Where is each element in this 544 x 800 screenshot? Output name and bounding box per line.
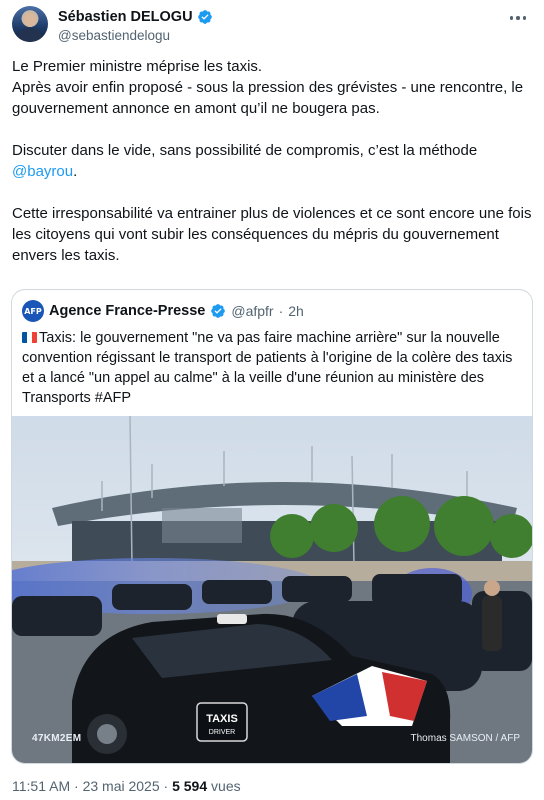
tweet-line-3: Discuter dans le vide, sans possibilité … xyxy=(12,140,534,182)
verified-badge-icon xyxy=(211,304,226,318)
tweet-line-3-end: . xyxy=(73,163,78,180)
photo-plate-text: 47KM2EM xyxy=(32,733,82,744)
author-name-row: Sébastien DELOGU xyxy=(58,9,213,25)
views-count: 5 594 xyxy=(172,778,208,794)
mention-link[interactable]: @bayrou xyxy=(12,163,73,180)
tweet-metadata: 11:51 AM · 23 mai 2025 · 5 594 vues xyxy=(12,778,241,794)
tweet-time[interactable]: 11:51 AM xyxy=(12,778,70,794)
tweet-line-3-text: Discuter dans le vide, sans possibilité … xyxy=(12,142,478,159)
verified-badge-icon xyxy=(197,10,212,24)
quoted-author-handle[interactable]: @afpfr xyxy=(231,303,273,319)
quoted-text-body: Taxis: le gouvernement "ne va pas faire … xyxy=(22,330,513,406)
more-options-button[interactable] xyxy=(506,8,530,28)
french-flag-icon xyxy=(22,332,37,343)
author-handle[interactable]: @sebastiendelogu xyxy=(58,28,170,43)
tweet-date[interactable]: 23 mai 2025 xyxy=(83,778,160,794)
more-dot xyxy=(509,16,514,20)
avatar-suit xyxy=(18,28,42,42)
author-avatar[interactable] xyxy=(12,6,48,42)
views-label: vues xyxy=(211,778,241,794)
photo-credit: Thomas SAMSON / AFP xyxy=(410,733,520,744)
separator-dot: · xyxy=(74,778,79,794)
taxi-sign-line1: TAXIS xyxy=(206,713,238,725)
tweet-line-4: Cette irresponsabilité va entrainer plus… xyxy=(12,205,532,264)
tweet-header: Sébastien DELOGU @sebastiendelogu xyxy=(12,6,532,46)
quoted-tweet[interactable]: AFP Agence France-Presse @afpfr · 2h Tax… xyxy=(11,289,533,764)
tweet-text: Le Premier ministre méprise les taxis. A… xyxy=(12,56,534,266)
author-display-name[interactable]: Sébastien DELOGU xyxy=(58,9,193,25)
more-dot xyxy=(516,16,520,20)
tweet-line-1: Le Premier ministre méprise les taxis. xyxy=(12,58,263,75)
separator-dot: · xyxy=(163,778,169,794)
avatar-face xyxy=(24,13,36,27)
quoted-tweet-photo[interactable]: TAXIS DRIVER 47KM2EM Thomas SAMSON / AFP xyxy=(12,416,532,763)
photo-illustration: TAXIS DRIVER xyxy=(12,416,532,763)
afp-logo-avatar[interactable]: AFP xyxy=(22,300,44,322)
quoted-tweet-text: Taxis: le gouvernement "ne va pas faire … xyxy=(22,328,522,408)
tweet-line-2: Après avoir enfin proposé - sous la pres… xyxy=(12,79,524,117)
more-dot xyxy=(522,16,527,20)
quoted-tweet-header: AFP Agence France-Presse @afpfr · 2h xyxy=(22,300,304,322)
quoted-tweet-time[interactable]: 2h xyxy=(288,303,304,319)
quoted-author-name[interactable]: Agence France-Presse xyxy=(49,303,205,319)
separator-dot: · xyxy=(278,303,284,319)
taxi-sign-line2: DRIVER xyxy=(209,729,235,736)
